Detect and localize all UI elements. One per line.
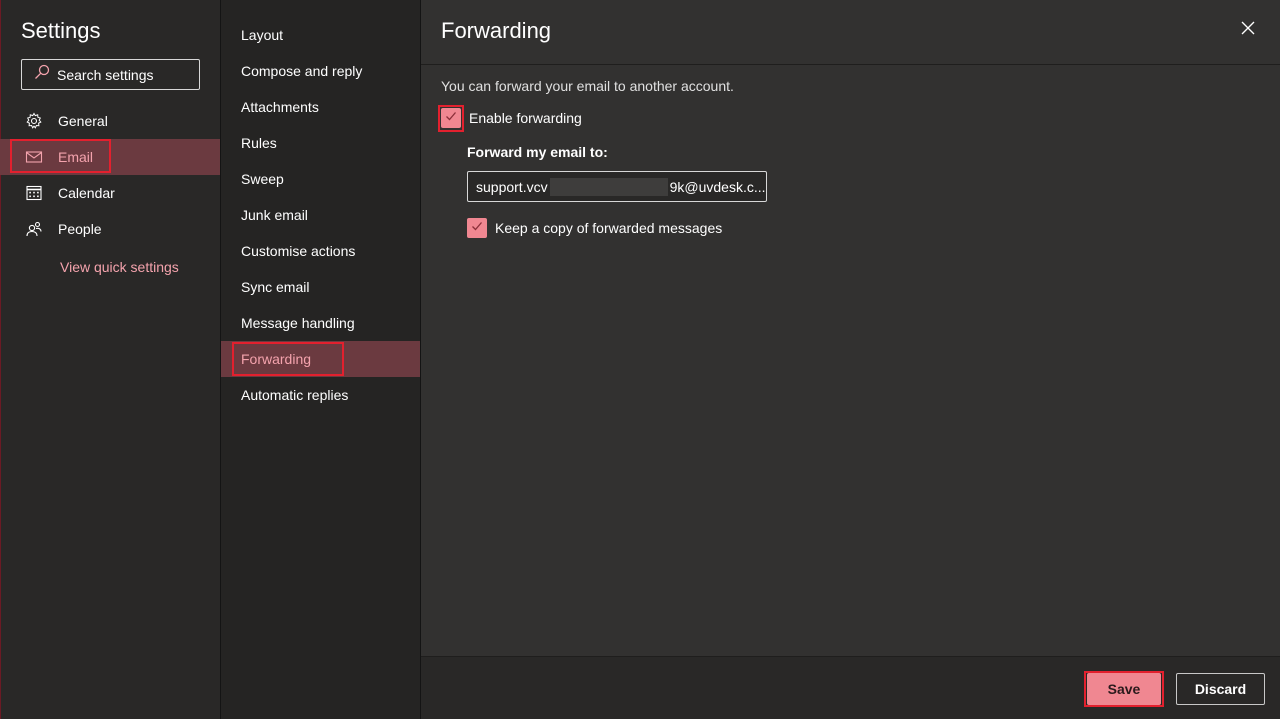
sidebar-item-label: Calendar bbox=[58, 185, 115, 201]
close-icon bbox=[1241, 21, 1255, 40]
view-quick-settings-link[interactable]: View quick settings bbox=[60, 259, 179, 275]
submenu-item-customise-actions[interactable]: Customise actions bbox=[221, 233, 420, 269]
submenu-item-message-handling[interactable]: Message handling bbox=[221, 305, 420, 341]
keep-copy-label: Keep a copy of forwarded messages bbox=[495, 220, 723, 236]
forward-email-input[interactable]: support.vcv 9k@uvdesk.c... bbox=[467, 171, 767, 202]
keep-copy-checkbox[interactable] bbox=[467, 218, 487, 238]
search-icon bbox=[34, 64, 50, 85]
checkmark-icon bbox=[445, 109, 457, 127]
save-button[interactable]: Save bbox=[1087, 673, 1161, 705]
sidebar-item-label: People bbox=[58, 221, 102, 237]
submenu-item-forwarding[interactable]: Forwarding bbox=[221, 341, 420, 377]
checkmark-icon bbox=[471, 219, 483, 237]
email-settings-submenu: Layout Compose and reply Attachments Rul… bbox=[221, 0, 421, 719]
sidebar-item-general[interactable]: General bbox=[0, 103, 220, 139]
submenu-item-attachments[interactable]: Attachments bbox=[221, 89, 420, 125]
header-divider bbox=[421, 64, 1280, 65]
mail-icon bbox=[25, 148, 43, 166]
settings-title: Settings bbox=[21, 18, 101, 43]
submenu-item-rules[interactable]: Rules bbox=[221, 125, 420, 161]
forwarding-panel: Forwarding You can forward your email to… bbox=[421, 0, 1280, 719]
enable-forwarding-label: Enable forwarding bbox=[469, 110, 582, 126]
forwarding-description: You can forward your email to another ac… bbox=[441, 78, 734, 94]
keep-copy-row: Keep a copy of forwarded messages bbox=[467, 218, 722, 238]
sidebar-item-people[interactable]: People bbox=[0, 211, 220, 247]
submenu-item-compose-and-reply[interactable]: Compose and reply bbox=[221, 53, 420, 89]
email-value-start: support.vcv bbox=[476, 178, 548, 195]
redacted-block bbox=[549, 177, 668, 196]
sidebar-item-email[interactable]: Email bbox=[0, 139, 220, 175]
submenu-item-sync-email[interactable]: Sync email bbox=[221, 269, 420, 305]
search-settings-box[interactable] bbox=[21, 59, 200, 90]
enable-forwarding-checkbox[interactable] bbox=[441, 108, 461, 128]
panel-footer: Save Discard bbox=[421, 657, 1280, 719]
settings-sidebar: Settings General Email Calendar bbox=[0, 0, 221, 719]
close-button[interactable] bbox=[1236, 18, 1260, 42]
submenu-item-junk-email[interactable]: Junk email bbox=[221, 197, 420, 233]
submenu-item-sweep[interactable]: Sweep bbox=[221, 161, 420, 197]
sidebar-item-label: Email bbox=[58, 149, 94, 165]
calendar-icon bbox=[25, 184, 43, 202]
sidebar-item-calendar[interactable]: Calendar bbox=[0, 175, 220, 211]
submenu-item-automatic-replies[interactable]: Automatic replies bbox=[221, 377, 420, 413]
email-value-end: 9k@uvdesk.c... bbox=[669, 178, 766, 195]
sidebar-item-label: General bbox=[58, 113, 108, 129]
submenu-item-layout[interactable]: Layout bbox=[221, 17, 420, 53]
people-icon bbox=[25, 220, 43, 238]
settings-window: Settings General Email Calendar bbox=[0, 0, 1280, 719]
gear-icon bbox=[25, 112, 43, 130]
discard-button[interactable]: Discard bbox=[1176, 673, 1265, 705]
panel-title: Forwarding bbox=[441, 18, 552, 43]
search-settings-input[interactable] bbox=[57, 66, 197, 83]
enable-forwarding-row: Enable forwarding bbox=[441, 108, 582, 128]
forward-to-label: Forward my email to: bbox=[467, 144, 608, 160]
